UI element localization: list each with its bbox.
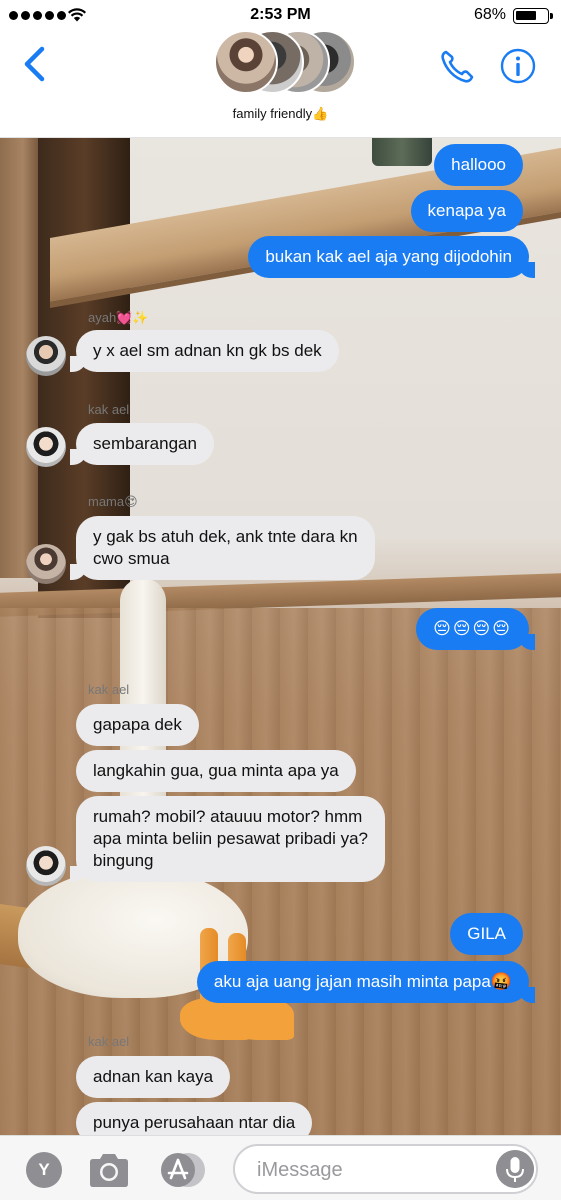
incoming-message[interactable]: y x ael sm adnan kn gk bs dek <box>70 330 339 372</box>
outgoing-message[interactable]: hallooo <box>434 144 523 186</box>
status-bar: 2:53 PM 68% <box>0 0 561 30</box>
outgoing-message[interactable]: bukan kak ael aja yang dijodohin <box>248 236 535 278</box>
phone-icon[interactable] <box>438 48 476 86</box>
group-avatar <box>214 30 278 94</box>
battery-level-fill <box>516 11 536 20</box>
battery-percentage: 68% <box>473 6 506 23</box>
incoming-message[interactable]: adnan kan kaya <box>76 1056 231 1098</box>
chevron-left-icon[interactable] <box>20 44 50 84</box>
conversation-header: family friendly👍 <box>0 30 561 138</box>
sender-avatar[interactable] <box>26 544 66 584</box>
sender-name: mama😍 <box>88 494 138 509</box>
microphone-icon[interactable] <box>496 1150 534 1188</box>
message-input[interactable] <box>257 1157 487 1183</box>
sender-name: ayah💓✨ <box>88 310 149 325</box>
group-avatars[interactable] <box>214 30 356 96</box>
sender-name: kak ael <box>88 1034 130 1049</box>
battery-icon <box>513 8 553 24</box>
outgoing-message[interactable]: 😔😔😔😔 <box>416 608 535 650</box>
group-name[interactable]: family friendly👍 <box>0 106 561 122</box>
app-store-icon[interactable] <box>160 1152 206 1188</box>
info-icon[interactable] <box>500 48 536 84</box>
outgoing-message[interactable]: GILA <box>450 913 523 955</box>
incoming-message[interactable]: rumah? mobil? atauuu motor? hmm apa mint… <box>69 796 386 882</box>
incoming-message[interactable]: y gak bs atuh dek, ank tnte dara kn cwo … <box>70 516 375 580</box>
sender-avatar[interactable] <box>26 336 66 376</box>
outgoing-message[interactable]: aku aja uang jajan masih minta papa🤬 <box>196 961 536 1003</box>
message-thread[interactable]: hallooo kenapa ya bukan kak ael aja yang… <box>0 138 561 1135</box>
compose-toolbar: Y <box>0 1135 561 1200</box>
sender-avatar[interactable] <box>26 846 66 886</box>
outgoing-message[interactable]: kenapa ya <box>410 190 523 232</box>
incoming-message[interactable]: gapapa dek <box>76 704 199 746</box>
camera-icon[interactable] <box>86 1150 132 1190</box>
incoming-message[interactable]: langkahin gua, gua minta apa ya <box>76 750 356 792</box>
incoming-message[interactable]: punya perusahaan ntar dia <box>76 1102 313 1135</box>
message-input-field[interactable] <box>233 1144 538 1194</box>
sender-name: kak ael <box>88 402 130 417</box>
sender-avatar[interactable] <box>26 427 66 467</box>
apps-drawer-button[interactable]: Y <box>26 1152 62 1188</box>
incoming-message[interactable]: sembarangan <box>70 423 214 465</box>
sender-name: kak ael <box>88 682 130 697</box>
